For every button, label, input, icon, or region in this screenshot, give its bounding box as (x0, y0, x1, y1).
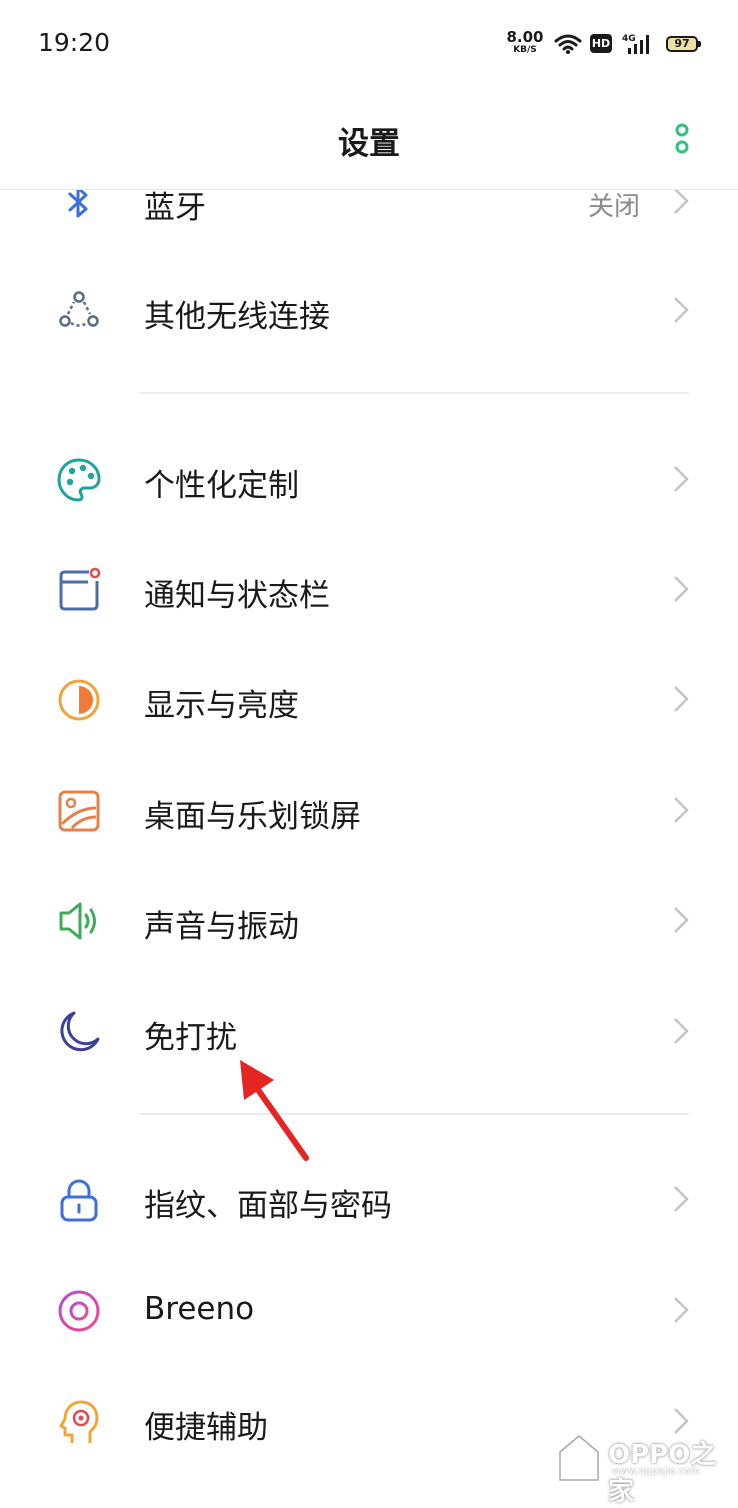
more-vertical-icon (675, 123, 689, 154)
chevron-right-icon (671, 1016, 691, 1050)
settings-item-label: 其他无线连接 (144, 299, 330, 335)
settings-item-label: 通知与状态栏 (144, 578, 330, 614)
app-header: 设置 (0, 90, 738, 190)
settings-item-personalization[interactable]: 个性化定制 (0, 424, 738, 534)
chevron-right-icon (671, 1295, 691, 1329)
settings-item-label: Breeno (144, 1291, 255, 1327)
hd-badge: HD (590, 34, 612, 53)
wireless-connections-icon (56, 288, 102, 334)
chevron-right-icon (671, 795, 691, 829)
breeno-icon (56, 1288, 102, 1334)
settings-item-label: 声音与振动 (144, 909, 299, 945)
settings-list: 蓝牙 关闭 其他无线连接 个性化定制 通知与状态栏 显示与亮度 桌面与乐划锁屏 … (0, 90, 738, 1500)
header-divider (0, 189, 738, 190)
settings-item-sound[interactable]: 声音与振动 (0, 865, 738, 975)
speaker-icon (56, 898, 102, 944)
chevron-right-icon (671, 684, 691, 718)
svg-text:4G: 4G (622, 34, 636, 44)
lock-icon (56, 1177, 102, 1223)
settings-item-label: 便捷辅助 (144, 1410, 268, 1446)
settings-item-notifications[interactable]: 通知与状态栏 (0, 534, 738, 644)
watermark-logo-icon (557, 1433, 601, 1483)
brightness-icon (56, 677, 102, 723)
settings-item-label: 桌面与乐划锁屏 (144, 799, 361, 835)
assist-head-icon (56, 1399, 102, 1445)
battery-icon: 97 (666, 36, 701, 52)
palette-icon (56, 457, 102, 503)
section-divider (139, 392, 689, 394)
chevron-right-icon (671, 905, 691, 939)
settings-item-label: 个性化定制 (144, 468, 299, 504)
chevron-right-icon (671, 295, 691, 329)
wallpaper-icon (56, 788, 102, 834)
moon-icon (56, 1009, 102, 1055)
cellular-signal-icon: 4G (622, 32, 656, 60)
settings-item-home-lockscreen[interactable]: 桌面与乐划锁屏 (0, 755, 738, 865)
settings-item-label: 免打扰 (144, 1020, 237, 1056)
notification-icon (56, 567, 102, 613)
wifi-icon (554, 34, 582, 58)
section-divider (139, 1113, 689, 1115)
watermark: OPPO之家 www.oppojia.com (556, 1428, 736, 1507)
annotation-arrow-icon (240, 1060, 309, 1161)
settings-item-other-wireless[interactable]: 其他无线连接 (0, 255, 738, 365)
watermark-url: www.oppojia.com (612, 1466, 700, 1477)
bluetooth-status: 关闭 (587, 192, 640, 222)
settings-item-label: 显示与亮度 (144, 688, 299, 724)
network-speed: 8.00 KB/S (506, 28, 544, 55)
settings-item-fingerprint-face-password[interactable]: 指纹、面部与密码 (0, 1144, 738, 1254)
settings-item-label: 指纹、面部与密码 (144, 1188, 392, 1224)
page-title: 设置 (338, 126, 400, 162)
status-time: 19:20 (38, 28, 111, 57)
chevron-right-icon (671, 1184, 691, 1218)
settings-item-breeno[interactable]: Breeno (0, 1255, 738, 1365)
chevron-right-icon (671, 186, 691, 220)
chevron-right-icon (671, 574, 691, 608)
settings-item-display[interactable]: 显示与亮度 (0, 644, 738, 754)
status-bar: 19:20 8.00 KB/S HD 4G 97 (0, 0, 738, 90)
chevron-right-icon (671, 464, 691, 498)
settings-item-do-not-disturb[interactable]: 免打扰 (0, 976, 738, 1086)
more-options-button[interactable] (664, 116, 700, 164)
